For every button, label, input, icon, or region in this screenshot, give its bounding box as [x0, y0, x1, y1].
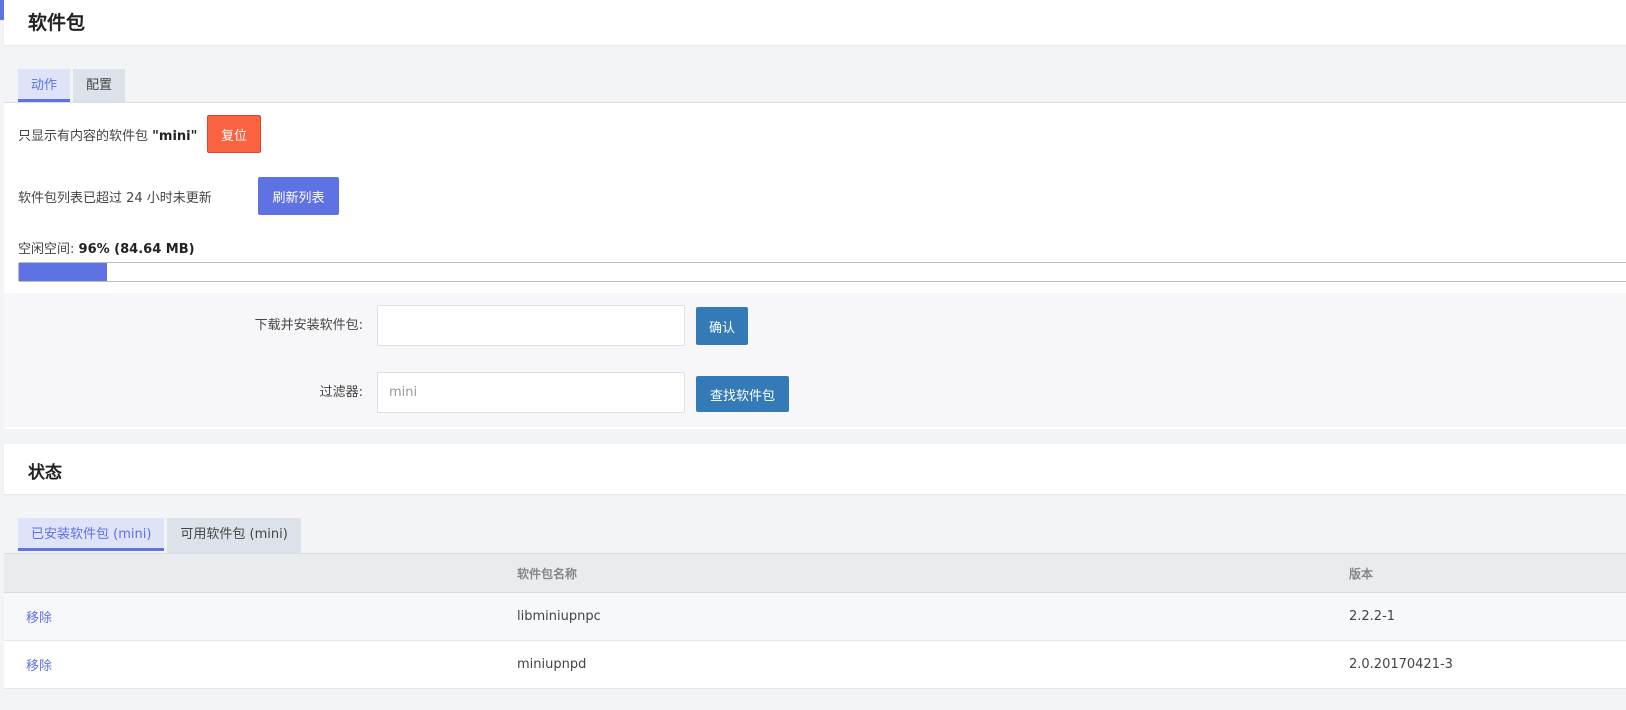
used-space-fill — [19, 263, 108, 281]
status-header: 状态 — [4, 444, 1626, 494]
filter-notice-value: "mini" — [152, 129, 198, 144]
tab-configuration[interactable]: 配置 — [73, 69, 126, 102]
confirm-install-button[interactable]: 确认 — [696, 307, 748, 345]
install-package-input[interactable] — [377, 305, 685, 346]
table-cell-action: 移除 — [4, 640, 516, 689]
table-cell-version: 2.0.20170421-3 — [1348, 640, 1626, 689]
list-outdated-notice: 软件包列表已超过 24 小时未更新 — [18, 191, 212, 206]
page-header: 软件包 — [4, 0, 1626, 45]
search-packages-button[interactable]: 查找软件包 — [696, 376, 789, 412]
table-row: 移除 miniupnpd 2.0.20170421-3 — [4, 640, 1626, 689]
refresh-list-button[interactable]: 刷新列表 — [258, 177, 339, 215]
tab-installed-packages[interactable]: 已安装软件包 (mini) — [18, 518, 165, 551]
install-label: 下载并安装软件包: — [254, 318, 363, 333]
table-header-row: 软件包名称 版本 — [4, 553, 1626, 593]
action-tabs: 动作 配置 — [18, 69, 126, 102]
tab-actions[interactable]: 动作 — [18, 69, 71, 102]
free-space-value: 96% (84.64 MB) — [78, 242, 195, 257]
installed-packages-table: 软件包名称 版本 移除 libminiupnpc 2.2.2-1 移除 mini… — [4, 553, 1626, 689]
table-cell-version: 2.2.2-1 — [1348, 592, 1626, 641]
filter-label: 过滤器: — [319, 385, 363, 400]
tab-available-packages[interactable]: 可用软件包 (mini) — [167, 518, 301, 553]
filter-notice-text: 只显示有内容的软件包 — [18, 129, 149, 144]
table-cell-action: 移除 — [4, 592, 516, 641]
column-header-action — [4, 553, 516, 593]
status-tabs: 已安装软件包 (mini) 可用软件包 (mini) — [18, 518, 301, 553]
remove-package-link[interactable]: 移除 — [26, 611, 52, 626]
table-cell-package-name: libminiupnpc — [516, 592, 1348, 641]
remove-package-link[interactable]: 移除 — [26, 659, 52, 674]
table-cell-package-name: miniupnpd — [516, 640, 1348, 689]
table-row: 移除 libminiupnpc 2.2.2-1 — [4, 592, 1626, 641]
free-space-label: 空闲空间: 96% (84.64 MB) — [18, 238, 195, 257]
status-title: 状态 — [28, 463, 62, 483]
page-title: 软件包 — [28, 12, 86, 34]
filter-notice: 只显示有内容的软件包 "mini" — [18, 125, 197, 144]
reset-button[interactable]: 复位 — [207, 115, 261, 153]
column-header-package-name: 软件包名称 — [516, 553, 1348, 593]
column-header-version: 版本 — [1348, 553, 1626, 593]
free-space-caption: 空闲空间: — [18, 242, 75, 257]
free-space-progress-bar — [18, 262, 1626, 282]
filter-input[interactable] — [377, 372, 685, 413]
